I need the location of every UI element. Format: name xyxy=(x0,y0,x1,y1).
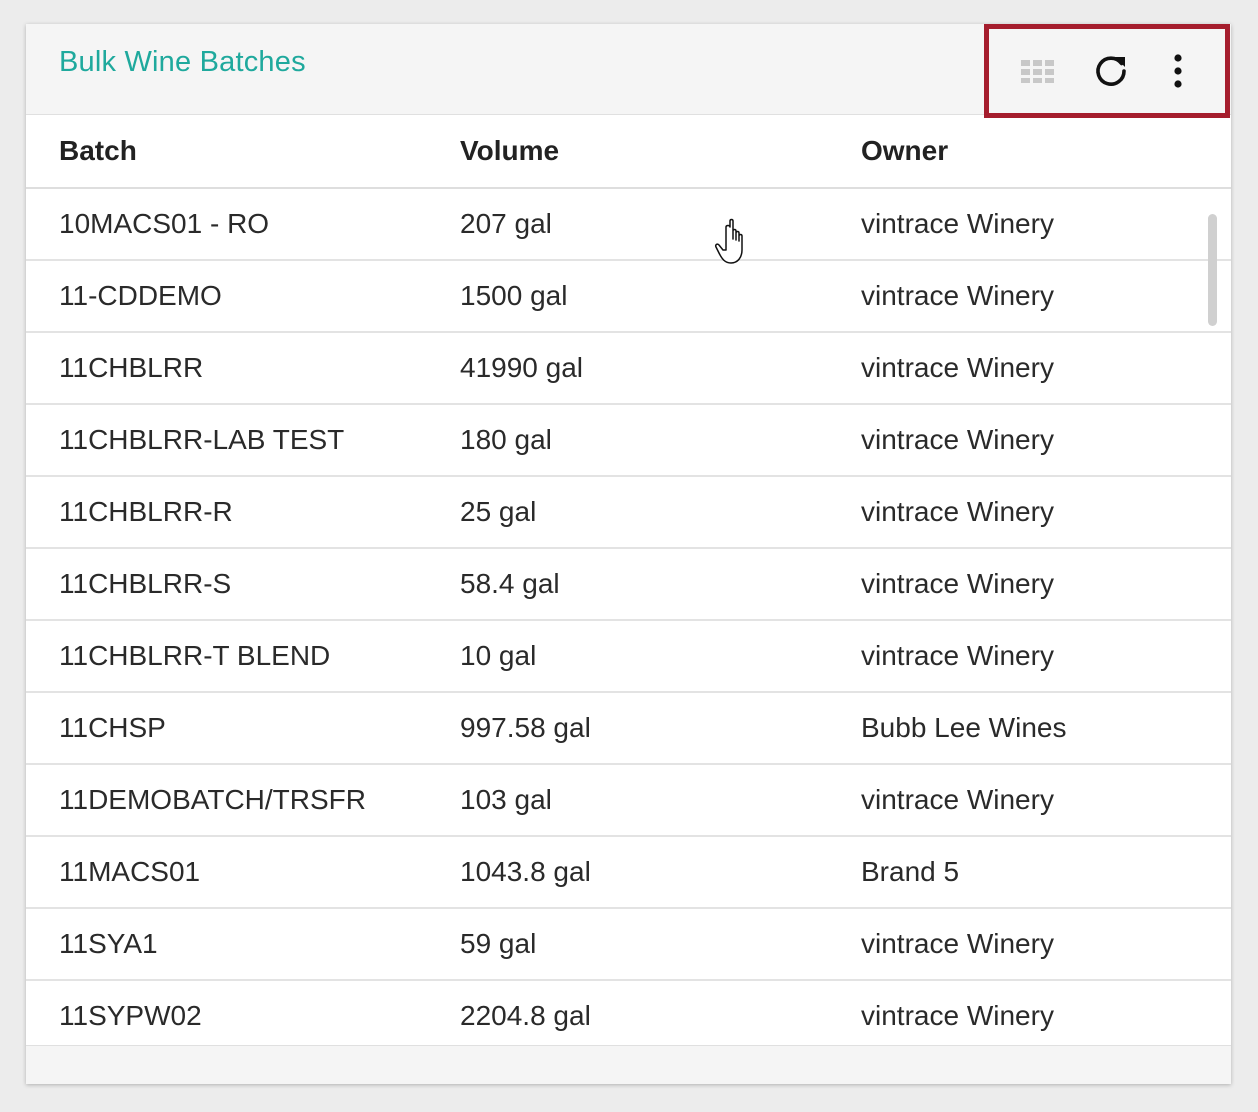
table-row[interactable]: 11CHSP 997.58 gal Bubb Lee Wines xyxy=(26,693,1231,765)
volume-cell: 103 gal xyxy=(460,784,552,815)
table-row[interactable]: 11CHBLRR 41990 gal vintrace Winery xyxy=(26,333,1231,405)
toolbar-highlight xyxy=(984,24,1230,118)
volume-cell: 997.58 gal xyxy=(460,712,591,743)
batch-cell: 11CHBLRR-R xyxy=(59,496,233,527)
batch-cell: 11SYA1 xyxy=(59,928,158,959)
owner-cell: vintrace Winery xyxy=(861,352,1054,383)
table-row[interactable]: 11SYA1 59 gal vintrace Winery xyxy=(26,909,1231,981)
volume-cell: 41990 gal xyxy=(460,352,584,383)
table-row[interactable]: 10MACS01 - RO 207 gal vintrace Winery xyxy=(26,189,1231,261)
table-row[interactable]: 11CHBLRR-R 25 gal vintrace Winery xyxy=(26,477,1231,549)
column-header-volume[interactable]: Volume xyxy=(460,135,559,167)
volume-cell: 1043.8 gal xyxy=(460,856,591,887)
owner-cell: vintrace Winery xyxy=(861,784,1054,815)
batch-cell: 11MACS01 xyxy=(59,856,201,887)
owner-cell: vintrace Winery xyxy=(861,568,1054,599)
volume-cell: 10 gal xyxy=(460,640,537,671)
table-row[interactable]: 11CHBLRR-LAB TEST 180 gal vintrace Winer… xyxy=(26,405,1231,477)
owner-cell: vintrace Winery xyxy=(861,640,1054,671)
table-header: Batch Volume Owner xyxy=(26,115,1231,189)
table-row[interactable]: 11DEMOBATCH/TRSFR 103 gal vintrace Winer… xyxy=(26,765,1231,837)
widget-header: Bulk Wine Batches xyxy=(26,24,1231,118)
more-vertical-icon xyxy=(1174,54,1182,88)
grid-view-button[interactable] xyxy=(1016,49,1060,93)
volume-cell: 180 gal xyxy=(460,424,552,455)
table-row[interactable]: 11CHBLRR-T BLEND 10 gal vintrace Winery xyxy=(26,621,1231,693)
volume-cell: 1500 gal xyxy=(460,280,568,311)
volume-cell: 58.4 gal xyxy=(460,568,560,599)
column-header-owner[interactable]: Owner xyxy=(861,135,948,167)
widget-footer xyxy=(26,1045,1231,1084)
refresh-button[interactable] xyxy=(1089,49,1133,93)
batch-cell: 11DEMOBATCH/TRSFR xyxy=(59,784,366,815)
volume-cell: 207 gal xyxy=(460,208,552,239)
batch-cell: 11CHBLRR-S xyxy=(59,568,232,599)
volume-cell: 2204.8 gal xyxy=(460,1000,591,1031)
owner-cell: Bubb Lee Wines xyxy=(861,712,1067,743)
refresh-icon xyxy=(1096,56,1126,86)
owner-cell: vintrace Winery xyxy=(861,928,1054,959)
batch-cell: 11CHSP xyxy=(59,712,166,743)
more-options-button[interactable] xyxy=(1156,49,1200,93)
batch-cell: 11CHBLRR-LAB TEST xyxy=(59,424,345,455)
table-row[interactable]: 11-CDDEMO 1500 gal vintrace Winery xyxy=(26,261,1231,333)
owner-cell: vintrace Winery xyxy=(861,208,1054,239)
vertical-scrollbar[interactable] xyxy=(1208,214,1217,326)
batch-cell: 10MACS01 - RO xyxy=(59,208,270,239)
grid-icon xyxy=(1021,60,1054,83)
owner-cell: Brand 5 xyxy=(861,856,960,887)
table-row[interactable]: 11SYPW02 2204.8 gal vintrace Winery xyxy=(26,981,1231,1045)
table-body: 10MACS01 - RO 207 gal vintrace Winery 11… xyxy=(26,189,1231,1045)
column-header-batch[interactable]: Batch xyxy=(59,135,137,167)
owner-cell: vintrace Winery xyxy=(861,1000,1054,1031)
widget-title: Bulk Wine Batches xyxy=(59,46,306,78)
batch-cell: 11CHBLRR-T BLEND xyxy=(59,640,331,671)
owner-cell: vintrace Winery xyxy=(861,424,1054,455)
batch-cell: 11SYPW02 xyxy=(59,1000,202,1031)
batch-cell: 11CHBLRR xyxy=(59,352,204,383)
table-row[interactable]: 11CHBLRR-S 58.4 gal vintrace Winery xyxy=(26,549,1231,621)
batch-cell: 11-CDDEMO xyxy=(59,280,222,311)
volume-cell: 59 gal xyxy=(460,928,537,959)
owner-cell: vintrace Winery xyxy=(861,280,1054,311)
owner-cell: vintrace Winery xyxy=(861,496,1054,527)
volume-cell: 25 gal xyxy=(460,496,537,527)
table-row[interactable]: 11MACS01 1043.8 gal Brand 5 xyxy=(26,837,1231,909)
bulk-wine-batches-widget: Bulk Wine Batches Batch Volume Owner 10M… xyxy=(26,24,1231,1084)
